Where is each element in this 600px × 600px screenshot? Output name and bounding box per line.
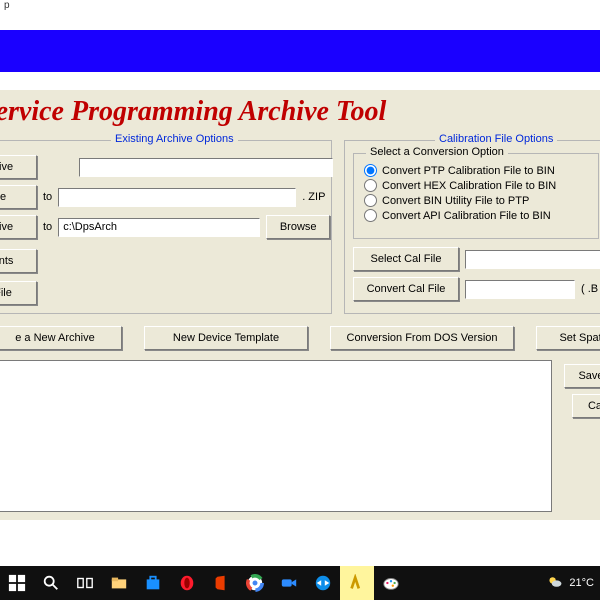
cancel-button[interactable]: Ca (572, 394, 600, 418)
archive-path-field[interactable]: c:\DpsArch (58, 218, 260, 237)
zip-label: . ZIP (302, 191, 325, 203)
select-cal-file-field[interactable] (465, 250, 600, 269)
dos-conversion-button[interactable]: Conversion From DOS Version (330, 326, 514, 350)
teamviewer-icon[interactable] (306, 566, 340, 600)
select-cal-file-button[interactable]: Select Cal File (353, 247, 459, 271)
archive-button-1[interactable]: hive (0, 155, 37, 179)
radio-api-to-bin[interactable]: Convert API Calibration File to BIN (364, 209, 556, 222)
save-button[interactable]: Save (564, 364, 600, 388)
zoom-icon[interactable] (272, 566, 306, 600)
start-button[interactable] (0, 566, 34, 600)
archive-button-2[interactable]: e (0, 185, 37, 209)
taskbar: 21°C (0, 566, 600, 600)
app-icon[interactable] (340, 566, 374, 600)
search-icon[interactable] (34, 566, 68, 600)
office-icon[interactable] (204, 566, 238, 600)
conversion-option-legend: Select a Conversion Option (366, 146, 508, 158)
new-archive-button[interactable]: e a New Archive (0, 326, 122, 350)
to-label-2: to (43, 221, 52, 233)
conversion-option-group: Select a Conversion Option Convert PTP C… (353, 153, 599, 239)
opera-icon[interactable] (170, 566, 204, 600)
archive-button-3[interactable]: hive (0, 215, 37, 239)
explorer-icon[interactable] (102, 566, 136, 600)
weather-icon[interactable] (547, 574, 563, 593)
archive-field-1[interactable] (79, 158, 333, 177)
to-label-1: to (43, 191, 52, 203)
weather-temp[interactable]: 21°C (569, 577, 594, 589)
store-icon[interactable] (136, 566, 170, 600)
contents-button[interactable]: ents (0, 249, 37, 273)
paint-icon[interactable] (374, 566, 408, 600)
calibration-group: Calibration File Options Select a Conver… (344, 140, 600, 314)
browse-button[interactable]: Browse (266, 215, 330, 239)
file-button[interactable]: File (0, 281, 37, 305)
log-textarea[interactable] (0, 360, 552, 512)
title-banner (0, 30, 600, 72)
calibration-legend: Calibration File Options (435, 133, 557, 145)
radio-ptp-to-bin[interactable]: Convert PTP Calibration File to BIN (364, 164, 556, 177)
radio-hex-to-bin[interactable]: Convert HEX Calibration File to BIN (364, 179, 556, 192)
windows-icon (8, 574, 26, 592)
chrome-icon[interactable] (238, 566, 272, 600)
taskview-icon[interactable] (68, 566, 102, 600)
convert-cal-file-field[interactable] (465, 280, 575, 299)
existing-archive-legend: Existing Archive Options (111, 133, 238, 145)
ext-label: ( .B (581, 283, 598, 295)
new-device-template-button[interactable]: New Device Template (144, 326, 308, 350)
app-title: Service Programming Archive Tool (0, 96, 386, 128)
convert-cal-file-button[interactable]: Convert Cal File (353, 277, 459, 301)
set-spat-default-button[interactable]: Set Spat Defaul (536, 326, 600, 350)
menu-hint: p (4, 0, 10, 11)
radio-bin-to-ptp[interactable]: Convert BIN Utility File to PTP (364, 194, 556, 207)
existing-archive-group: Existing Archive Options hive e to . ZIP… (0, 140, 332, 314)
archive-field-2[interactable] (58, 188, 296, 207)
